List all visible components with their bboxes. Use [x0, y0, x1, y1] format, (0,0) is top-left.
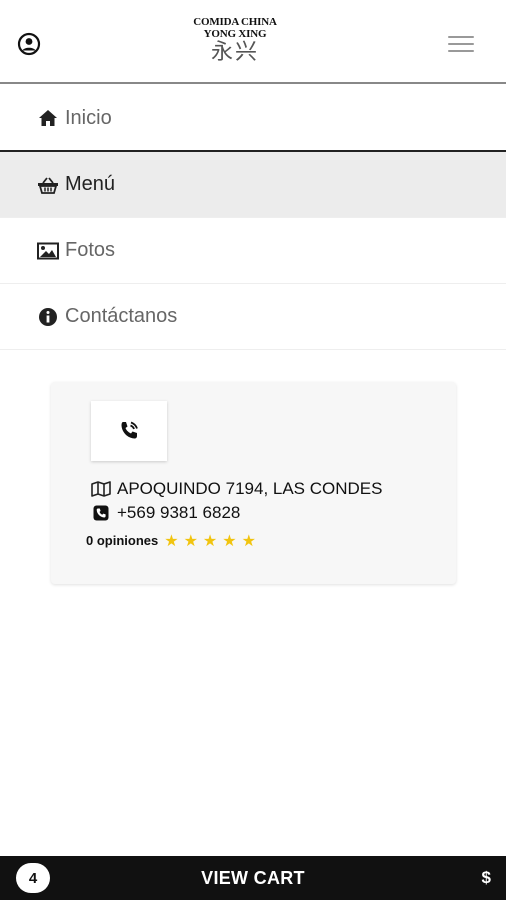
star-icon: ★ [183, 531, 198, 550]
star-icon: ★ [202, 531, 218, 550]
basket-icon [37, 175, 59, 195]
star-icon: ★ [241, 531, 256, 550]
nav-item-label: Inicio [65, 106, 112, 129]
cart-total-currency: $ [481, 868, 491, 887]
info-icon [37, 307, 59, 327]
view-cart-label: VIEW CART [201, 868, 305, 888]
phone-line[interactable]: +569 9381 6828 [91, 503, 240, 523]
phone-ringing-icon [121, 421, 138, 439]
phone-square-icon [91, 504, 111, 522]
call-button[interactable] [91, 401, 167, 461]
nav-item-label: Menú [65, 173, 116, 195]
image-icon [37, 241, 59, 261]
restaurant-logo[interactable]: COMIDA CHINA YONG XING 永兴 [180, 16, 290, 65]
logo-line-1: COMIDA CHINA [193, 16, 277, 28]
view-cart-bar[interactable]: 4 VIEW CART $ [0, 856, 506, 900]
address-line: APOQUINDO 7194, LAS CONDES [91, 479, 382, 499]
address-text: APOQUINDO 7194, LAS CONDES [117, 479, 383, 498]
user-account-button[interactable] [16, 31, 42, 57]
reviews-count: 0 opiniones [86, 533, 159, 548]
nav-item-label: Contáctanos [65, 305, 178, 327]
star-icon: ★ [222, 531, 237, 550]
star-icon: ★ [164, 531, 179, 550]
logo-chinese-mark: 永兴 [210, 40, 259, 65]
main-nav: Inicio Menú Fotos Contáctanos [0, 86, 506, 350]
hamburger-menu-icon[interactable] [448, 34, 476, 54]
user-circle-icon [17, 32, 41, 56]
nav-item-inicio[interactable]: Inicio [0, 86, 506, 152]
app-header: COMIDA CHINA YONG XING 永兴 [0, 0, 506, 84]
rating-row[interactable]: 0 opiniones ★ ★ ★ ★ ★ [86, 531, 261, 550]
phone-text: +569 9381 6828 [117, 503, 241, 522]
nav-item-label: Fotos [65, 239, 116, 261]
map-icon [91, 480, 111, 498]
nav-item-contactanos[interactable]: Contáctanos [0, 284, 506, 350]
restaurant-info-card: APOQUINDO 7194, LAS CONDES +569 9381 682… [51, 382, 456, 584]
home-icon [37, 108, 59, 128]
nav-item-menu[interactable]: Menú [0, 152, 506, 218]
nav-item-fotos[interactable]: Fotos [0, 218, 506, 284]
logo-line-2: YONG XING [203, 28, 267, 40]
